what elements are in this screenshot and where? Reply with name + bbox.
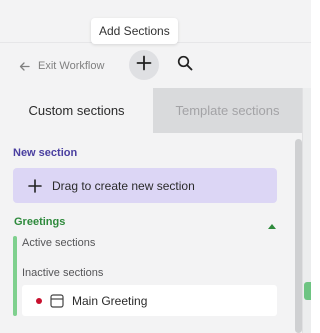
arrow-left-icon bbox=[19, 61, 30, 72]
drag-create-section-button[interactable]: Drag to create new section bbox=[13, 168, 277, 203]
plus-icon bbox=[136, 55, 152, 76]
drag-create-label: Drag to create new section bbox=[52, 178, 195, 193]
search-icon bbox=[177, 55, 193, 76]
section-item-label: Main Greeting bbox=[72, 293, 148, 308]
exit-workflow-button[interactable]: Exit Workflow bbox=[19, 57, 104, 75]
greetings-group-bar bbox=[13, 236, 17, 316]
active-sections-label: Active sections bbox=[22, 237, 96, 249]
tab-template-sections[interactable]: Template sections bbox=[153, 88, 302, 133]
add-sections-button[interactable] bbox=[129, 50, 159, 80]
caret-up-icon[interactable] bbox=[266, 218, 278, 229]
plus-icon bbox=[28, 178, 42, 193]
add-sections-tooltip: Add Sections bbox=[91, 18, 178, 44]
new-section-heading: New section bbox=[13, 147, 78, 159]
section-item-main-greeting[interactable]: Main Greeting bbox=[22, 285, 277, 316]
greetings-group-title: Greetings bbox=[14, 216, 66, 228]
search-button[interactable] bbox=[174, 54, 196, 76]
canvas-edge-node bbox=[304, 282, 311, 300]
inactive-sections-label: Inactive sections bbox=[22, 267, 104, 279]
section-layout-icon bbox=[50, 293, 64, 308]
inactive-status-dot bbox=[36, 297, 42, 304]
tab-custom-sections[interactable]: Custom sections bbox=[0, 88, 153, 133]
exit-workflow-label: Exit Workflow bbox=[38, 60, 105, 72]
panel-scrollbar[interactable] bbox=[295, 139, 302, 333]
